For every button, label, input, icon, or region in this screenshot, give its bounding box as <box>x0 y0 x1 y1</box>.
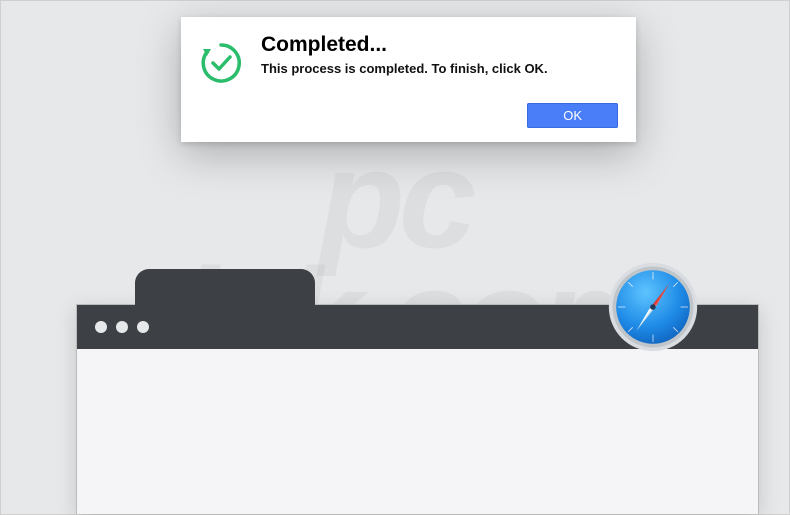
browser-tab[interactable] <box>135 269 315 305</box>
close-window-icon[interactable] <box>95 321 107 333</box>
dialog-title: Completed... <box>261 33 618 57</box>
dialog-message: This process is completed. To finish, cl… <box>261 61 618 76</box>
window-controls[interactable] <box>95 321 149 333</box>
checkmark-refresh-icon <box>199 41 243 85</box>
completion-dialog: Completed... This process is completed. … <box>181 17 636 142</box>
ok-button[interactable]: OK <box>527 103 618 128</box>
safari-compass-icon <box>607 261 699 353</box>
minimize-window-icon[interactable] <box>116 321 128 333</box>
maximize-window-icon[interactable] <box>137 321 149 333</box>
